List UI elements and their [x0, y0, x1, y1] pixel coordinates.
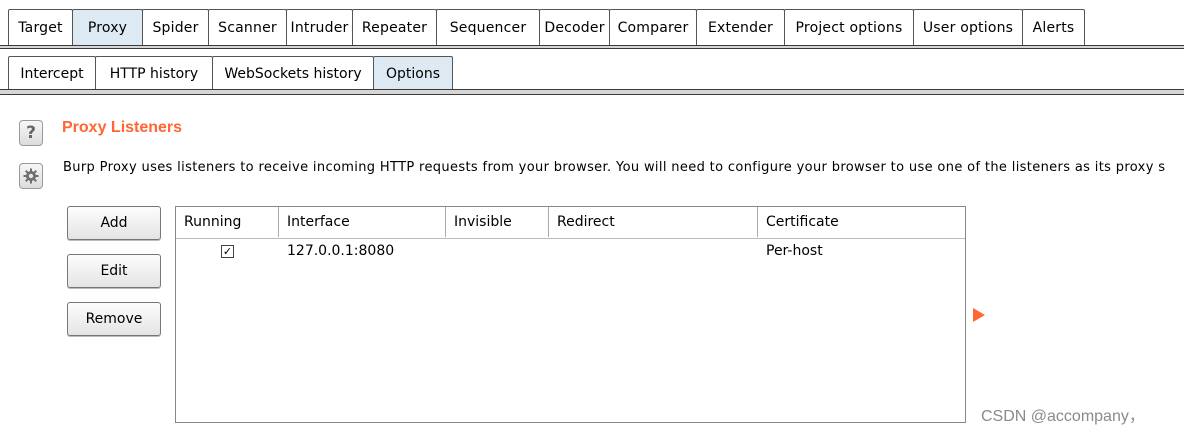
tab-repeater[interactable]: Repeater [352, 9, 437, 45]
main-tab-bar: Target Proxy Spider Scanner Intruder Repeater… [0, 0, 1184, 49]
column-header-interface[interactable]: Interface [279, 207, 446, 237]
tab-alerts[interactable]: Alerts [1022, 9, 1085, 45]
question-icon[interactable]: ? [19, 120, 43, 146]
tab-intruder[interactable]: Intruder [286, 9, 353, 45]
main-tabs: Target Proxy Spider Scanner Intruder Repeater… [8, 9, 1085, 45]
tab-target[interactable]: Target [8, 9, 73, 45]
add-button[interactable]: Add [67, 206, 161, 240]
proxy-sub-tabs: Intercept HTTP history WebSockets history O… [8, 56, 453, 90]
subtab-http-history[interactable]: HTTP history [95, 56, 213, 90]
subtab-websockets-history[interactable]: WebSockets history [212, 56, 374, 90]
certificate-cell: Per-host [766, 243, 823, 259]
subtab-intercept[interactable]: Intercept [8, 56, 96, 90]
main-tab-separator [0, 45, 1184, 49]
column-header-certificate[interactable]: Certificate [758, 207, 965, 237]
column-header-running[interactable]: Running [176, 207, 279, 237]
tab-scanner[interactable]: Scanner [208, 9, 287, 45]
section-title: Proxy Listeners [62, 119, 183, 136]
expand-arrow-icon[interactable] [973, 308, 985, 322]
tab-user-options[interactable]: User options [913, 9, 1023, 45]
tab-spider[interactable]: Spider [142, 9, 209, 45]
tab-comparer[interactable]: Comparer [609, 9, 697, 45]
edit-button[interactable]: Edit [67, 254, 161, 288]
tab-proxy[interactable]: Proxy [72, 9, 143, 45]
interface-cell: 127.0.0.1:8080 [287, 243, 395, 259]
remove-button[interactable]: Remove [67, 302, 161, 336]
table-header: Running Interface Invisible Redirect Cer… [176, 207, 965, 239]
table-row[interactable]: ✓ 127.0.0.1:8080 Per-host [176, 239, 965, 263]
subtab-options[interactable]: Options [373, 56, 453, 90]
gear-icon-glyph [23, 168, 39, 184]
tab-sequencer[interactable]: Sequencer [436, 9, 540, 45]
section-description: Burp Proxy uses listeners to receive inc… [63, 160, 1166, 175]
gear-icon[interactable] [19, 163, 43, 189]
tab-decoder[interactable]: Decoder [539, 9, 610, 45]
tab-extender[interactable]: Extender [696, 9, 785, 45]
column-header-invisible[interactable]: Invisible [446, 207, 549, 237]
sub-tab-separator [0, 89, 1184, 95]
column-header-redirect[interactable]: Redirect [549, 207, 758, 237]
listeners-table[interactable]: Running Interface Invisible Redirect Cer… [175, 206, 966, 423]
tab-project-options[interactable]: Project options [784, 9, 914, 45]
running-checkbox[interactable]: ✓ [221, 244, 234, 258]
running-cell[interactable]: ✓ [221, 239, 234, 263]
watermark: CSDN @accompany， [981, 408, 1145, 425]
